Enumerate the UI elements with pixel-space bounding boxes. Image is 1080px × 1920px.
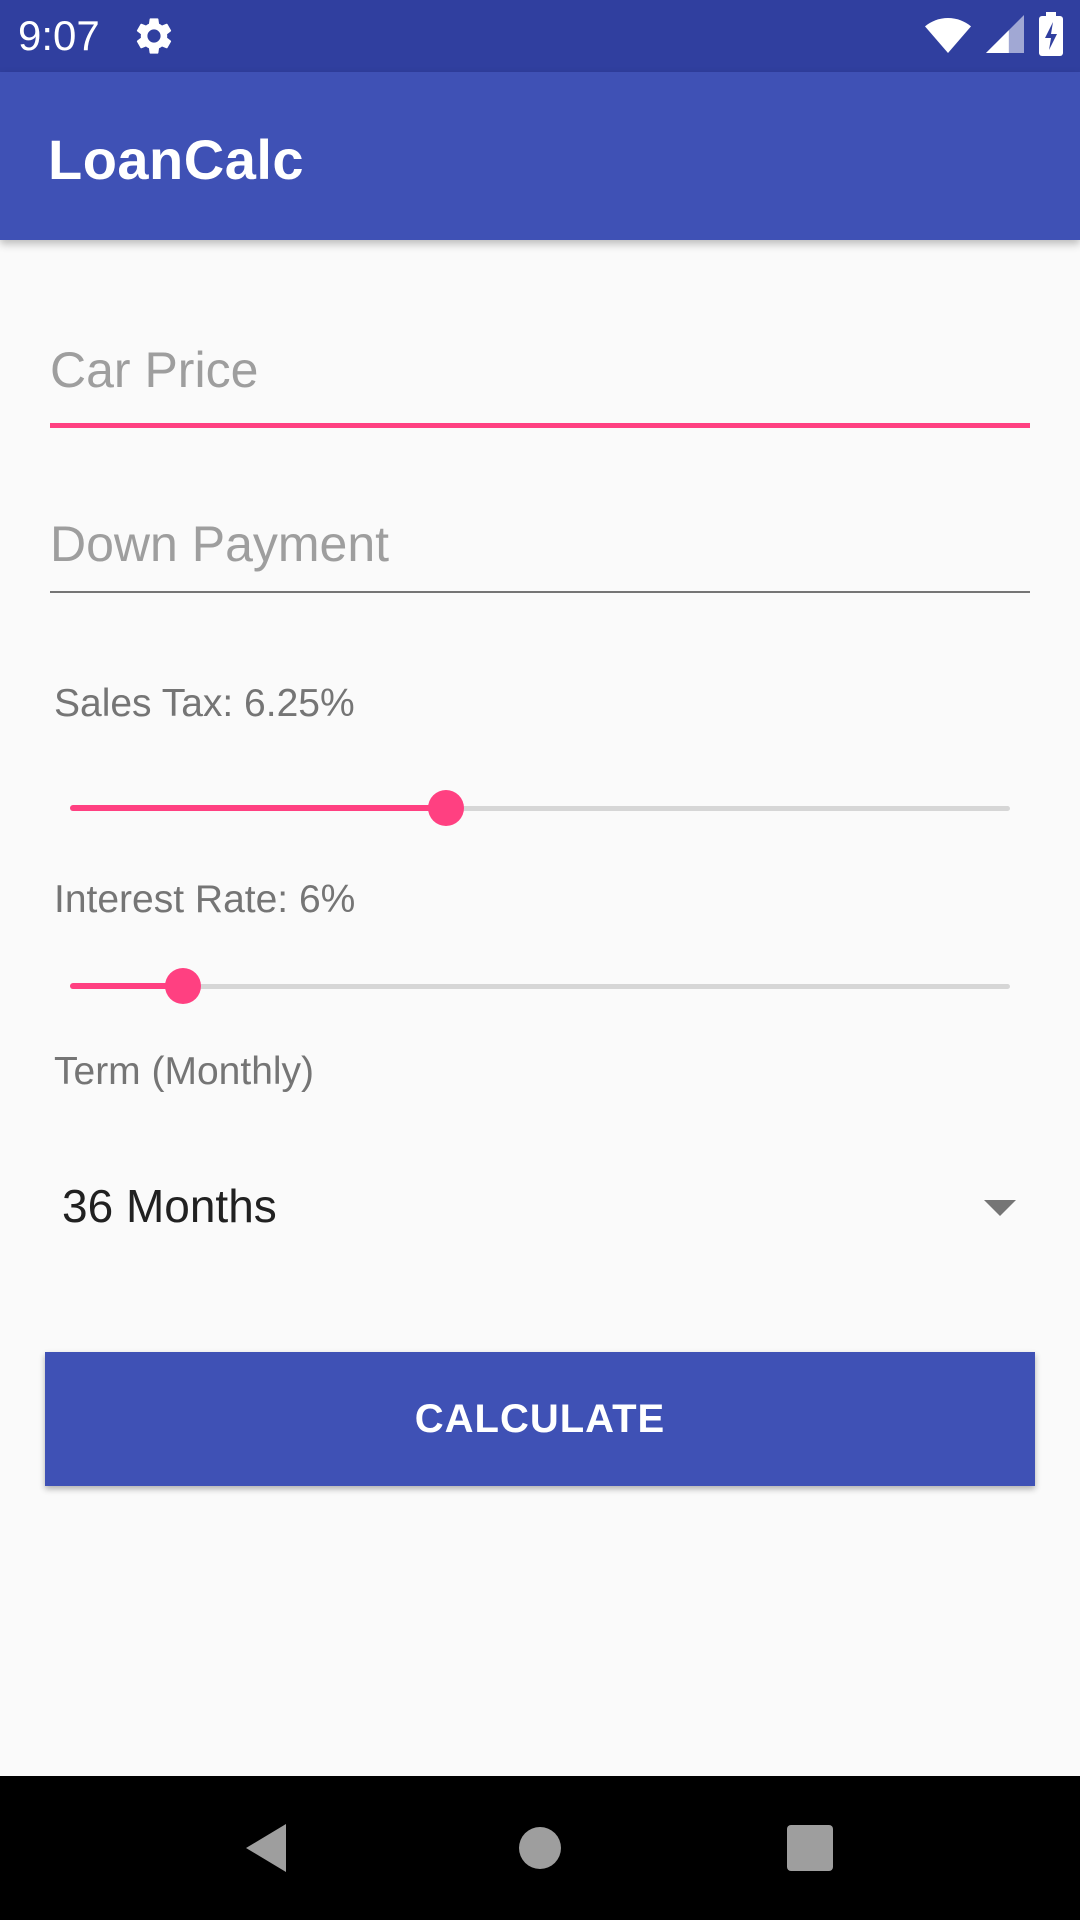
down-payment-underline xyxy=(50,591,1030,593)
car-price-placeholder: Car Price xyxy=(50,342,259,398)
car-price-field[interactable]: Car Price xyxy=(50,340,1030,428)
settings-icon xyxy=(132,14,176,58)
wifi-icon xyxy=(924,14,972,59)
sales-tax-slider-thumb[interactable] xyxy=(428,790,464,826)
back-icon[interactable] xyxy=(230,1812,302,1884)
car-price-underline xyxy=(50,423,1030,428)
interest-rate-slider-thumb[interactable] xyxy=(165,968,201,1004)
term-label: Term (Monthly) xyxy=(54,1050,315,1093)
dropdown-arrow-icon xyxy=(984,1200,1016,1216)
calculate-button[interactable]: CALCULATE xyxy=(45,1352,1035,1486)
calculate-button-label: CALCULATE xyxy=(414,1396,666,1441)
status-time: 9:07 xyxy=(18,12,100,59)
sales-tax-label: Sales Tax: 6.25% xyxy=(54,682,355,725)
battery-charging-icon xyxy=(1038,11,1064,61)
navigation-bar xyxy=(0,1776,1080,1920)
status-icons xyxy=(924,11,1064,61)
term-dropdown[interactable]: 36 Months xyxy=(50,1160,1030,1256)
recents-icon[interactable] xyxy=(774,1812,846,1884)
term-selected-value: 36 Months xyxy=(62,1180,277,1232)
status-bar: 9:07 xyxy=(0,0,1080,72)
signal-icon xyxy=(986,14,1024,59)
down-payment-field[interactable]: Down Payment xyxy=(50,514,1030,593)
interest-rate-label: Interest Rate: 6% xyxy=(54,878,356,921)
home-icon[interactable] xyxy=(504,1812,576,1884)
down-payment-placeholder: Down Payment xyxy=(50,516,390,572)
app-bar: LoanCalc xyxy=(0,72,1080,240)
interest-rate-slider[interactable] xyxy=(70,966,1010,1006)
sales-tax-slider[interactable] xyxy=(70,788,1010,828)
app-title: LoanCalc xyxy=(48,128,305,191)
interest-rate-slider-track xyxy=(70,984,1010,989)
sales-tax-slider-fill xyxy=(70,805,446,811)
